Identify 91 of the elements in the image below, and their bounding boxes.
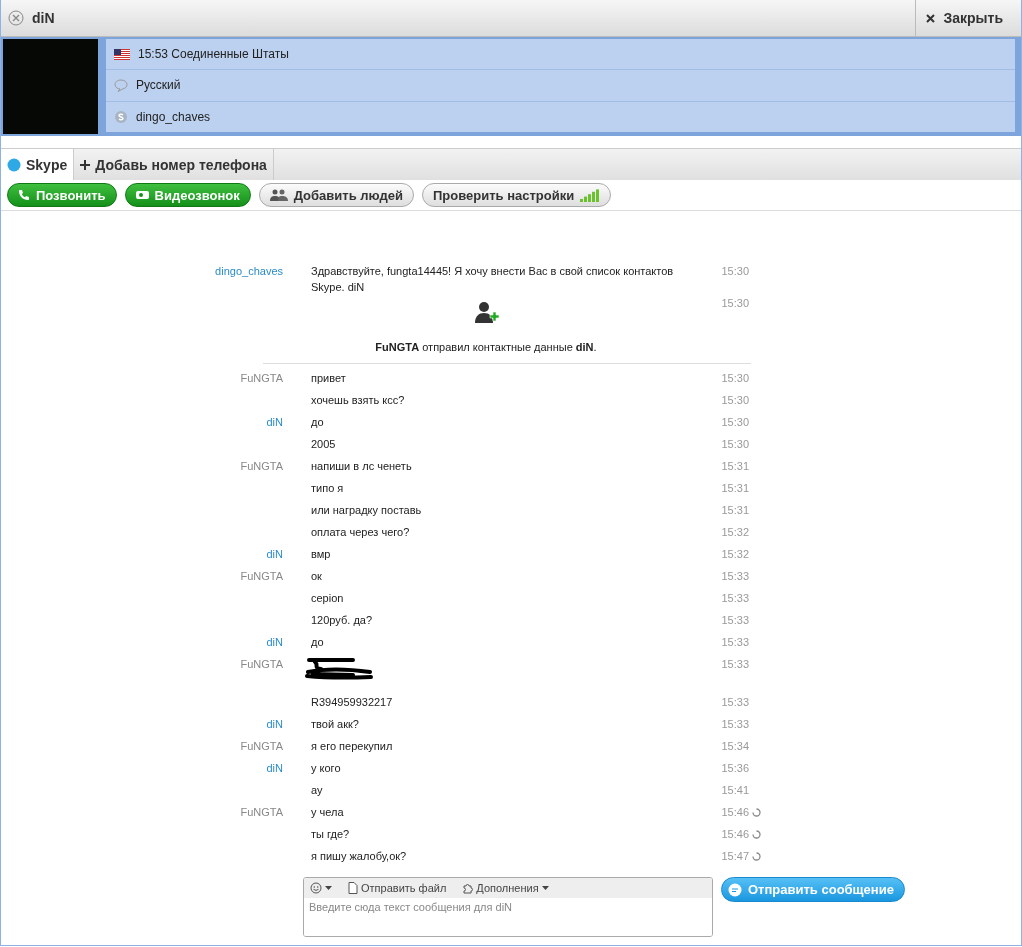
message-text: твой акк?: [310, 717, 360, 732]
message-text: у кого: [310, 761, 342, 776]
message-time: 15:46: [720, 805, 749, 820]
message-time: 15:33: [720, 569, 749, 584]
speech-bubble-icon: [728, 882, 742, 897]
message-time: 15:30: [720, 264, 749, 279]
contact-shared-notice: FuNGTA отправил контактные данные diN.: [375, 340, 597, 355]
action-button[interactable]: Проверить настройки: [421, 183, 612, 207]
sender-name: FuNGTA: [239, 569, 284, 584]
message-time: 15:33: [720, 635, 749, 650]
message-time: 15:30: [720, 393, 749, 408]
message-text: до: [310, 415, 325, 430]
close-circle-icon[interactable]: [8, 10, 24, 26]
message-time: 15:34: [720, 739, 749, 754]
message-time: 15:31: [720, 503, 749, 518]
message-text: оплата через чего?: [310, 525, 411, 540]
message-text: типо я: [310, 481, 345, 496]
sender-name: FuNGTA: [239, 459, 284, 474]
message-text: ок: [310, 569, 323, 584]
message-text: я пишу жалобу,ок?: [310, 849, 408, 864]
message-time: 15:30: [720, 371, 749, 386]
speech-bubble-icon: [114, 79, 128, 92]
signal-bars-icon: [580, 188, 601, 202]
message-time: 15:33: [720, 717, 749, 732]
composer-tool-button[interactable]: [310, 882, 332, 894]
message-text: хочешь взять ксс?: [310, 393, 406, 408]
pending-icon: [752, 852, 761, 861]
people-icon: [269, 189, 288, 201]
composer-tool-button[interactable]: Дополнения: [462, 882, 549, 894]
pending-icon: [752, 830, 761, 839]
tab[interactable]: Добавь номер телефона: [74, 149, 274, 180]
sender-name: diN: [265, 415, 284, 430]
message-composer[interactable]: Отправить файл Дополнения Введите сюда текст сообщения для diN: [303, 877, 713, 937]
profile-detail-text: 15:53 Соединенные Штаты: [138, 47, 289, 62]
message-text: Здравствуйте, fungta14445! Я хочу внести Вас в свой список контактов Skype. diN: [310, 264, 675, 295]
sender-name: FuNGTA: [239, 805, 284, 820]
add-contact-icon: [473, 301, 499, 325]
message-time: 15:33: [720, 591, 749, 606]
sender-name: diN: [265, 761, 284, 776]
message-time: 15:46: [720, 827, 749, 842]
message-text: R394959932217: [310, 695, 394, 710]
message-text: до: [310, 635, 325, 650]
sender-name: FuNGTA: [239, 739, 284, 754]
caret-icon: [325, 886, 332, 890]
video-camera-icon: [135, 190, 149, 200]
profile-detail-text: Русский: [136, 78, 181, 93]
window-title: diN: [32, 10, 56, 26]
message-text: я его перекупил: [310, 739, 394, 754]
plus-icon: [80, 159, 91, 170]
message-time: 15:41: [720, 783, 749, 798]
message-time: 15:30: [720, 415, 749, 430]
puzzle-icon: [462, 882, 474, 894]
message-text: или наградку поставь: [310, 503, 423, 518]
document-icon: [348, 882, 358, 894]
sender-name: dingo_chaves: [214, 264, 284, 279]
caret-icon: [541, 886, 549, 890]
message-time: 15:33: [720, 695, 749, 710]
profile-detail-text: dingo_chaves: [136, 109, 211, 124]
tab[interactable]: Skype: [1, 149, 75, 180]
close-icon: [926, 13, 936, 23]
message-time: 15:30: [720, 296, 749, 311]
action-button[interactable]: Добавить людей: [258, 183, 414, 207]
sender-name: FuNGTA: [239, 371, 284, 386]
message-text: ты где?: [310, 827, 351, 842]
sender-name: diN: [265, 635, 284, 650]
flag-icon: [114, 48, 130, 60]
message-time: 15:30: [720, 437, 749, 452]
pending-icon: [752, 808, 761, 817]
smiley-icon: [310, 882, 322, 894]
message-text: cepion: [310, 591, 345, 606]
message-time: 15:33: [720, 657, 749, 672]
phone-icon: [18, 189, 30, 201]
message-time: 15:32: [720, 547, 749, 562]
message-time: 15:31: [720, 459, 749, 474]
message-time: 15:33: [720, 613, 749, 628]
message-text: ау: [310, 783, 324, 798]
message-time: 15:36: [720, 761, 749, 776]
message-text: у чела: [310, 805, 345, 820]
composer-tool-button[interactable]: Отправить файл: [348, 882, 447, 894]
sender-name: diN: [265, 717, 284, 732]
message-text: 120руб. да?: [310, 613, 374, 628]
redaction-scribble-drawing: [305, 656, 375, 682]
sender-name: diN: [265, 547, 284, 562]
message-text: напиши в лс ченеть: [310, 459, 413, 474]
message-text: вмр: [310, 547, 332, 562]
message-time: 15:32: [720, 525, 749, 540]
sender-name: FuNGTA: [239, 657, 284, 672]
message-time: 15:31: [720, 481, 749, 496]
message-time: 15:47: [720, 849, 749, 864]
message-text: привет: [310, 371, 347, 386]
message-text: 2005: [310, 437, 337, 452]
